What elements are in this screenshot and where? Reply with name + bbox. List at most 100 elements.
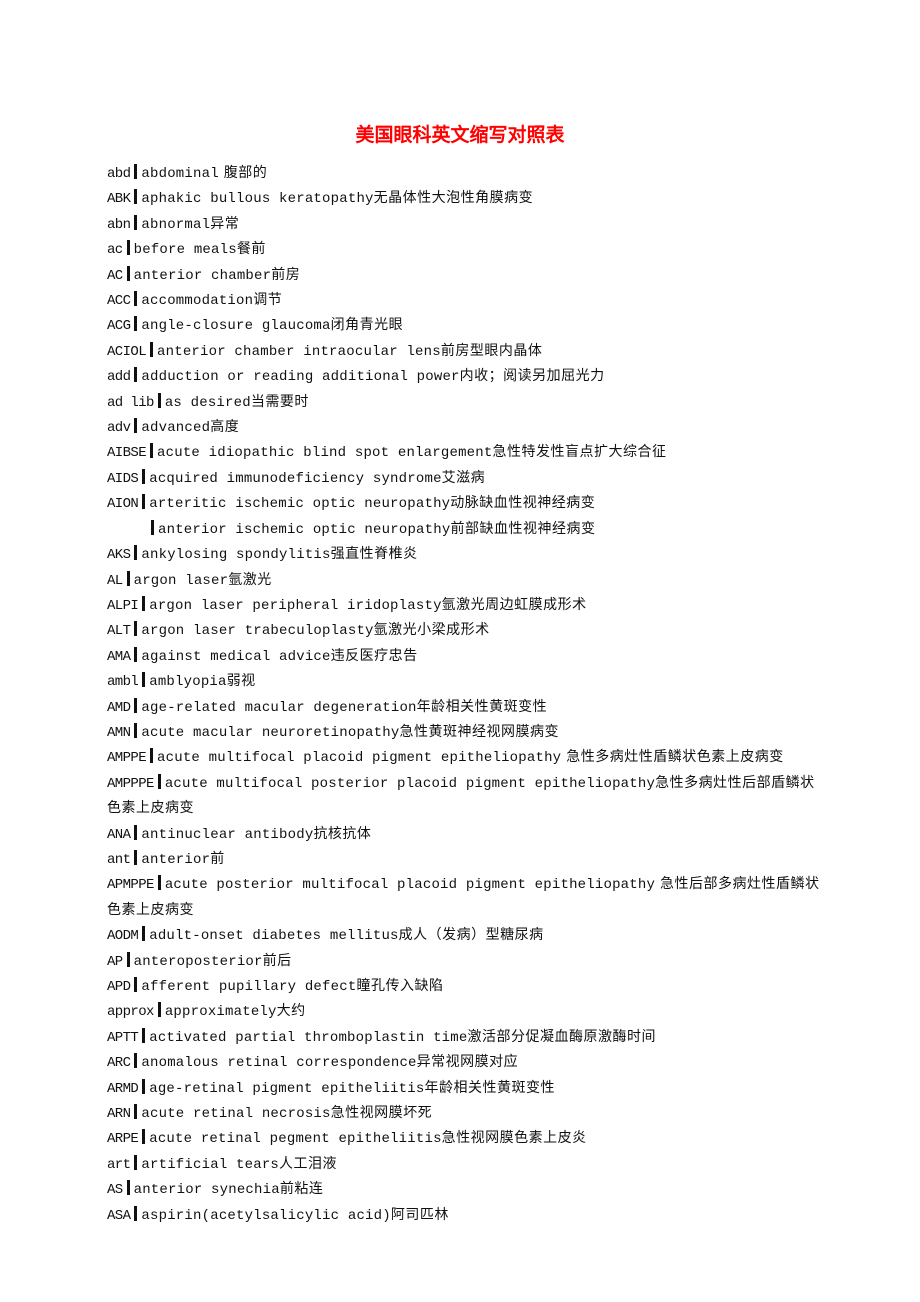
abbreviation-entry: AODM adult-onset diabetes mellitus成人（发病）型…: [107, 923, 822, 948]
abbreviation: ad lib: [107, 394, 154, 411]
chinese-translation: 闭角青光眼: [330, 317, 404, 334]
abbreviation: AL: [107, 572, 123, 589]
separator-bar: [126, 951, 130, 967]
english-definition: amblyopia: [149, 674, 227, 691]
english-definition: ankylosing spondylitis: [141, 547, 331, 564]
abbreviation-entry: ant anterior前: [107, 847, 822, 872]
separator-bar: [157, 773, 161, 789]
abbreviation: AMN: [107, 724, 131, 741]
english-definition: acute multifocal placoid pigment epithel…: [157, 750, 562, 767]
abbreviation: ACG: [107, 318, 131, 335]
abbreviation: ant: [107, 851, 131, 868]
separator-bar: [157, 875, 161, 891]
abbreviation: AODM: [107, 928, 139, 945]
english-definition: anterior chamber intraocular lens: [157, 343, 441, 360]
english-definition: advanced: [141, 420, 211, 437]
english-definition: acute macular neuroretinopathy: [141, 724, 400, 741]
abbreviation-entry: abd abdominal 腹部的: [107, 161, 822, 186]
abbreviation-entry: APD afferent pupillary defect瞳孔传入缺陷: [107, 974, 822, 999]
separator-bar: [134, 1104, 138, 1120]
english-definition: activated partial thromboplastin time: [149, 1029, 468, 1046]
abbreviation: abn: [107, 216, 131, 233]
chinese-translation: 瞳孔传入缺陷: [356, 978, 444, 994]
english-definition: acute multifocal posterior placoid pigme…: [164, 775, 656, 792]
chinese-translation: 异常: [210, 215, 240, 232]
separator-bar: [134, 697, 138, 713]
abbreviation: AMA: [107, 648, 131, 665]
chinese-translation: 前粘连: [279, 1181, 324, 1198]
abbreviation: add: [107, 369, 131, 386]
english-definition: anteroposterior: [133, 953, 263, 970]
abbreviation: ARPE: [107, 1131, 139, 1148]
separator-bar: [142, 494, 146, 510]
separator-bar: [134, 214, 138, 230]
abbreviation: AS: [107, 1182, 123, 1199]
abbreviation: ALT: [107, 623, 131, 640]
chinese-translation: 氩激光小梁成形术: [373, 622, 490, 639]
english-definition: artificial tears: [141, 1156, 280, 1173]
abbreviation-entry: AL argon laser氩激光: [107, 568, 822, 593]
abbreviation: AMPPPE: [107, 775, 154, 792]
abbreviation-entry: ac before meals餐前: [107, 237, 822, 262]
abbreviation-entry: art artificial tears人工泪液: [107, 1152, 822, 1177]
abbreviation-entry: ABK aphakic bullous keratopathy无晶体性大泡性角膜病…: [107, 186, 822, 211]
separator-bar: [150, 748, 154, 764]
abbreviation: ac: [107, 242, 123, 259]
abbreviation-entry: ACG angle-closure glaucoma闭角青光眼: [107, 313, 822, 338]
english-definition: angle-closure glaucoma: [141, 318, 331, 335]
chinese-translation: 年龄相关性黄斑变性: [424, 1079, 555, 1096]
abbreviation-entry: ANA antinuclear antibody抗核抗体: [107, 822, 822, 847]
abbreviation-entry: ambl amblyopia弱视: [107, 669, 822, 694]
abbreviation: ALPI: [107, 597, 139, 614]
english-definition: before meals: [133, 242, 237, 259]
chinese-translation: 大约: [276, 1003, 306, 1020]
abbreviation: ACC: [107, 293, 131, 310]
chinese-translation: 成人（发病）型糖尿病: [398, 927, 544, 944]
chinese-translation: 调节: [253, 292, 283, 309]
abbreviation-entry: AP anteroposterior前后: [107, 949, 822, 974]
chinese-translation: 内收；阅读另加屈光力: [459, 368, 605, 385]
english-definition: anterior ischemic optic neuropathy: [158, 521, 451, 538]
abbreviation-entry: AS anterior synechia前粘连: [107, 1177, 822, 1202]
chinese-translation: 人工泪液: [279, 1155, 338, 1172]
abbreviation-entry: ACC accommodation调节: [107, 288, 822, 313]
abbreviation: ARC: [107, 1055, 131, 1072]
english-definition: acute retinal pegment epitheliitis: [149, 1131, 442, 1148]
abbreviation-entry: AIDS acquired immunodeficiency syndrome艾滋…: [107, 466, 822, 491]
abbreviation-entry: add adduction or reading additional power…: [107, 364, 822, 389]
abbreviation-entry: AMD age-related macular degeneration年龄相关性…: [107, 695, 822, 720]
abbreviation: ACIOL: [107, 343, 147, 360]
separator-bar: [134, 1205, 138, 1221]
abbreviation: ambl: [107, 674, 139, 691]
abbreviation-list: abd abdominal 腹部的 ABK aphakic bullous kerat…: [107, 161, 822, 1228]
separator-bar: [151, 519, 154, 535]
english-definition: aphakic bullous keratopathy: [141, 191, 374, 208]
english-definition: approximately: [164, 1004, 277, 1021]
abbreviation: APMPPE: [107, 877, 154, 894]
separator-bar: [134, 316, 138, 332]
separator-bar: [134, 849, 138, 865]
english-definition: argon laser peripheral iridoplasty: [149, 597, 442, 614]
separator-bar: [142, 672, 146, 688]
separator-bar: [134, 291, 138, 307]
english-definition: anterior chamber: [133, 267, 272, 284]
english-definition: acquired immunodeficiency syndrome: [149, 470, 442, 487]
separator-bar: [142, 926, 146, 942]
abbreviation-entry: ARPE acute retinal pegment epitheliitis急性…: [107, 1126, 822, 1151]
abbreviation-entry: AMPPPE acute multifocal posterior placoid…: [107, 771, 822, 822]
chinese-translation: 前: [210, 850, 225, 867]
page-title: 美国眼科英文缩写对照表: [355, 124, 565, 146]
separator-bar: [142, 1027, 146, 1043]
separator-bar: [126, 265, 130, 281]
separator-bar: [126, 240, 130, 256]
chinese-translation: 年龄相关性黄斑变性: [416, 698, 548, 715]
chinese-translation: 违反医疗忠告: [330, 647, 418, 664]
abbreviation-entry: APTT activated partial thromboplastin tim…: [107, 1025, 822, 1050]
separator-bar: [134, 1053, 138, 1069]
abbreviation: AIBSE: [107, 445, 147, 462]
abbreviation: AIDS: [107, 470, 139, 487]
abbreviation-entry: ARMD age-retinal pigment epitheliitis年龄相关…: [107, 1076, 822, 1101]
english-definition: acute idiopathic blind spot enlargement: [157, 445, 493, 462]
abbreviation-entry: anterior ischemic optic neuropathy前部缺血性视…: [107, 517, 822, 542]
chinese-translation: 氩激光: [228, 571, 272, 588]
